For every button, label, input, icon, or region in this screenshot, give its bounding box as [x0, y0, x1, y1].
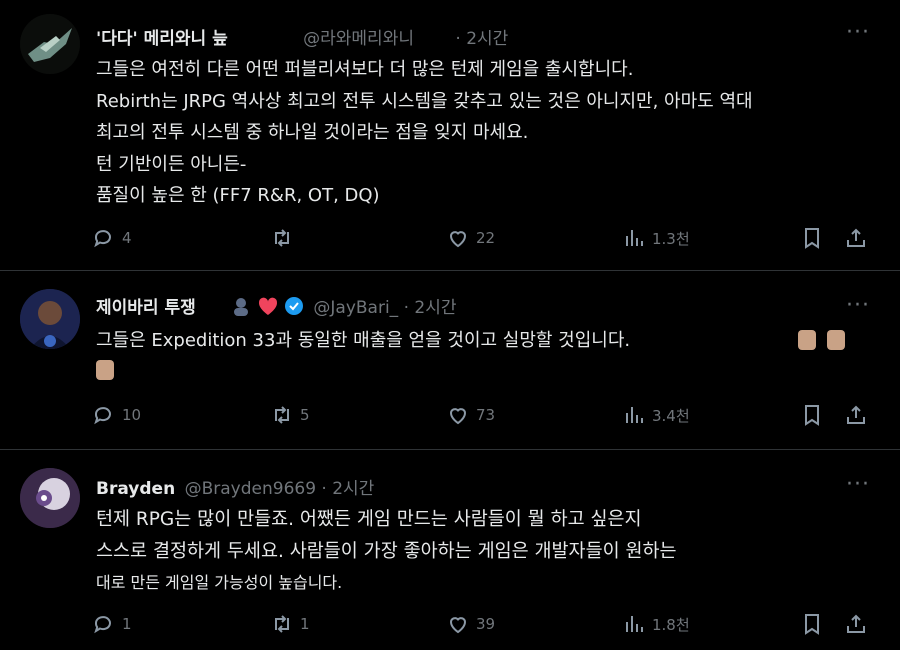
share-icon — [847, 405, 865, 424]
tweet-line: Rebirth는 JRPG 역사상 최고의 전투 시스템을 갖추고 있는 것은 … — [96, 90, 753, 112]
tweet-text: 그들은 Expedition 33과 동일한 매출을 얻을 것이고 실망할 것입… — [96, 325, 880, 357]
display-name[interactable]: Brayden — [96, 479, 175, 499]
reply-icon — [94, 230, 111, 248]
views-icon — [626, 230, 643, 246]
tweet-header: '다다' 메리와니 늪 @라와메리와니 · 2시간 — [96, 24, 508, 49]
retweet-icon — [275, 615, 289, 633]
avatar[interactable] — [20, 14, 80, 74]
action-bar: 4 22 1.3천 — [92, 226, 882, 252]
tweet-1[interactable]: '다다' 메리와니 늪 @라와메리와니 · 2시간 ··· 그들은 여전히 다른… — [0, 0, 900, 270]
verified-badge-icon — [284, 296, 303, 315]
tweet-text: 그들은 여전히 다른 어떤 퍼블리셔보다 더 많은 턴제 게임을 출시합니다. … — [96, 54, 880, 212]
more-icon[interactable]: ··· — [846, 20, 870, 45]
person-emoji-icon — [798, 329, 816, 350]
timestamp[interactable]: · 2시간 — [404, 298, 457, 318]
avatar[interactable] — [20, 468, 80, 528]
tweet-2[interactable]: 제이바리 투쟁 @JayBari_ · 2시간 ··· 그들은 Expediti… — [0, 271, 900, 449]
tweet-line: 그들은 여전히 다른 어떤 퍼블리셔보다 더 많은 턴제 게임을 출시합니다. — [96, 59, 634, 80]
heart-emoji-icon — [258, 297, 277, 315]
display-name[interactable]: 제이바리 투쟁 — [96, 298, 196, 318]
person-emoji-icon — [234, 297, 249, 316]
tweet-line: 스스로 결정하게 두세요. 사람들이 가장 좋아하는 게임은 개발자들이 원하는 — [96, 541, 677, 563]
share-icon — [847, 614, 865, 633]
views-count: 3.4천 — [652, 406, 690, 425]
timestamp[interactable]: · 2시간 — [455, 29, 508, 49]
tweet-header: 제이바리 투쟁 @JayBari_ · 2시간 — [96, 293, 457, 321]
reply-count: 1 — [122, 615, 132, 633]
views-icon — [626, 407, 643, 423]
more-icon[interactable]: ··· — [846, 293, 870, 318]
emoji-row — [798, 329, 846, 350]
views-button[interactable]: 1.3천 — [622, 226, 690, 250]
avatar[interactable] — [20, 289, 80, 349]
reply-count: 10 — [122, 406, 142, 424]
bookmark-icon — [805, 405, 819, 426]
tweet-line: 턴 기반이든 아니든- — [96, 153, 247, 175]
share-button[interactable] — [844, 226, 868, 250]
retweet-icon — [275, 229, 289, 247]
tweet-line-text: 그들은 Expedition 33과 동일한 매출을 얻을 것이고 실망할 것입… — [96, 330, 631, 351]
tweet-text: 턴제 RPG는 많이 만들죠. 어쨌든 게임 만드는 사람들이 뭘 하고 싶은지… — [96, 504, 880, 597]
timestamp[interactable]: · 2시간 — [321, 479, 374, 499]
retweet-button[interactable]: 1 — [270, 612, 310, 636]
display-name[interactable]: '다다' 메리와니 늪 — [96, 29, 228, 49]
tweet-3[interactable]: Brayden @Brayden9669 · 2시간 ··· 턴제 RPG는 많… — [0, 450, 900, 650]
bookmark-button[interactable] — [800, 612, 824, 636]
retweet-count: 1 — [300, 615, 310, 633]
action-bar: 10 5 73 3.4천 — [92, 403, 882, 429]
tweet-line: 품질이 높은 한 (FF7 R&R, OT, DQ) — [96, 185, 380, 206]
like-button[interactable]: 73 — [446, 403, 495, 427]
views-count: 1.3천 — [652, 229, 690, 248]
person-emoji-icon — [827, 329, 846, 350]
tweet-line: 최고의 전투 시스템 중 하나일 것이라는 점을 잊지 마세요. — [96, 122, 529, 143]
retweet-count: 5 — [300, 406, 310, 424]
bookmark-button[interactable] — [800, 226, 824, 250]
retweet-button[interactable] — [270, 226, 300, 250]
like-icon — [449, 617, 467, 634]
reply-count: 4 — [122, 229, 132, 247]
like-count: 22 — [476, 229, 496, 247]
share-icon — [847, 228, 865, 247]
like-count: 39 — [476, 615, 496, 633]
bookmark-button[interactable] — [800, 403, 824, 427]
reply-icon — [94, 407, 111, 425]
reply-button[interactable]: 1 — [92, 612, 132, 636]
like-count: 73 — [476, 406, 496, 424]
tweet-line: 대로 만든 게임일 가능성이 높습니다. — [96, 572, 343, 592]
person-emoji-icon — [96, 359, 114, 380]
reply-button[interactable]: 10 — [92, 403, 141, 427]
share-button[interactable] — [844, 403, 868, 427]
bookmark-icon — [805, 228, 819, 249]
handle[interactable]: @Brayden9669 — [185, 479, 316, 499]
tweet-line: 그들은 Expedition 33과 동일한 매출을 얻을 것이고 실망할 것입… — [96, 325, 880, 357]
retweet-button[interactable]: 5 — [270, 403, 310, 427]
emoji-row — [96, 359, 114, 380]
reply-button[interactable]: 4 — [92, 226, 132, 250]
retweet-icon — [275, 406, 289, 424]
like-button[interactable]: 39 — [446, 612, 495, 636]
views-button[interactable]: 1.8천 — [622, 612, 690, 636]
bookmark-icon — [805, 614, 819, 635]
reply-icon — [94, 616, 111, 634]
views-count: 1.8천 — [652, 615, 690, 634]
like-button[interactable]: 22 — [446, 226, 495, 250]
emoji-flair — [231, 296, 304, 321]
tweet-line: 턴제 RPG는 많이 만들죠. 어쨌든 게임 만드는 사람들이 뭘 하고 싶은지 — [96, 509, 642, 530]
handle[interactable]: @라와메리와니 — [303, 29, 414, 49]
share-button[interactable] — [844, 612, 868, 636]
like-icon — [449, 231, 467, 248]
like-icon — [449, 408, 467, 425]
more-icon[interactable]: ··· — [846, 472, 870, 497]
views-button[interactable]: 3.4천 — [622, 403, 690, 427]
views-icon — [626, 616, 643, 632]
tweet-header: Brayden @Brayden9669 · 2시간 — [96, 474, 374, 499]
handle[interactable]: @JayBari_ — [313, 298, 398, 318]
action-bar: 1 1 39 1.8천 — [92, 612, 882, 638]
